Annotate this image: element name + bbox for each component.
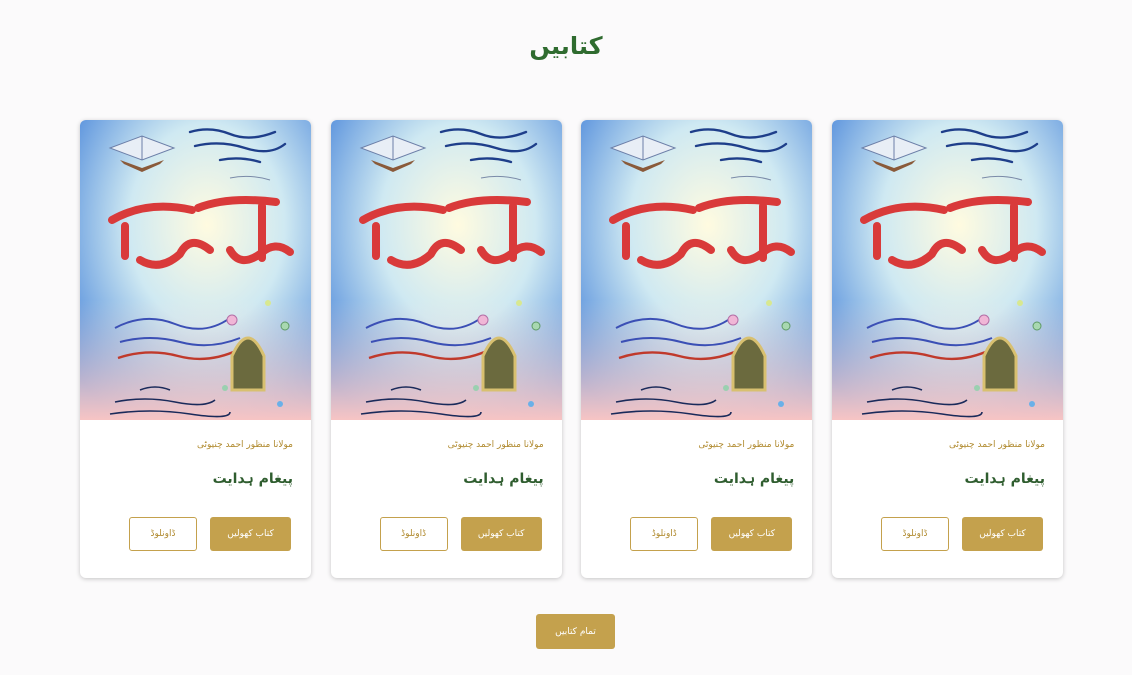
book-cover-image[interactable]: [330, 120, 562, 420]
book-title[interactable]: پیغام ہدایت: [98, 471, 293, 487]
page-title: کتابیں: [529, 32, 603, 60]
book-cover-image[interactable]: [581, 120, 813, 420]
book-card: مولانا منظور احمد چنیوٹی پیغام ہدایت کتا…: [80, 120, 311, 578]
book-title[interactable]: پیغام ہدایت: [349, 471, 543, 487]
open-book-button[interactable]: کتاب کھولیں: [711, 517, 793, 551]
download-button[interactable]: ڈاونلوڈ: [379, 517, 448, 551]
book-title[interactable]: پیغام ہدایت: [850, 471, 1045, 487]
all-books-button[interactable]: تمام کتابیں: [536, 614, 615, 649]
open-book-button[interactable]: کتاب کھولیں: [210, 517, 291, 551]
open-book-button[interactable]: کتاب کھولیں: [961, 517, 1043, 551]
book-author: مولانا منظور احمد چنیوٹی: [447, 440, 544, 450]
book-author: مولانا منظور احمد چنیوٹی: [948, 440, 1045, 450]
book-author: مولانا منظور احمد چنیوٹی: [197, 440, 293, 450]
book-grid: مولانا منظور احمد چنیوٹی پیغام ہدایت کتا…: [80, 120, 1063, 578]
book-cover-image[interactable]: [80, 120, 311, 420]
book-card: مولانا منظور احمد چنیوٹی پیغام ہدایت کتا…: [330, 120, 562, 578]
download-button[interactable]: ڈاونلوڈ: [129, 517, 197, 551]
open-book-button[interactable]: کتاب کھولیں: [460, 517, 542, 551]
book-title[interactable]: پیغام ہدایت: [599, 471, 794, 487]
book-author: مولانا منظور احمد چنیوٹی: [698, 440, 795, 450]
book-card: مولانا منظور احمد چنیوٹی پیغام ہدایت کتا…: [581, 120, 813, 578]
download-button[interactable]: ڈاونلوڈ: [880, 517, 949, 551]
book-cover-image[interactable]: [831, 120, 1063, 420]
book-card: مولانا منظور احمد چنیوٹی پیغام ہدایت کتا…: [831, 120, 1063, 578]
download-button[interactable]: ڈاونلوڈ: [630, 517, 699, 551]
